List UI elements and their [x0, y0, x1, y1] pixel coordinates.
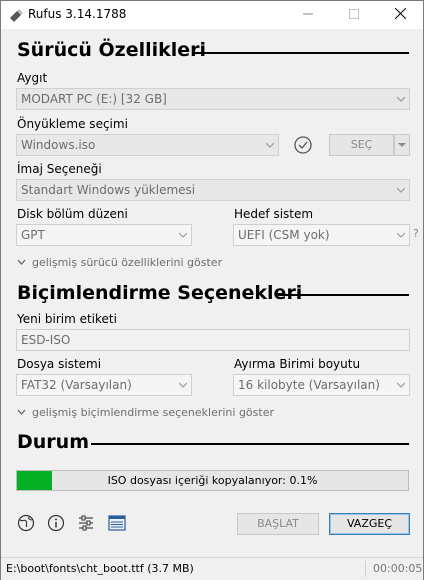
file-system-select[interactable]: FAT32 (Varsayılan) [16, 374, 192, 396]
target-system-select[interactable]: UEFI (CSM yok) [233, 224, 410, 246]
chevron-down-icon [398, 143, 406, 147]
progress-bar: ISO dosyası içeriği kopyalanıyor: 0.1% [16, 470, 409, 491]
chevron-down-icon [179, 232, 187, 238]
select-dropdown-button[interactable] [394, 134, 410, 156]
close-button[interactable] [377, 1, 423, 29]
cancel-button[interactable]: VAZGEÇ [329, 513, 410, 535]
cluster-size-select[interactable]: 16 kilobyte (Varsayılan) [233, 374, 410, 396]
section-divider [91, 443, 409, 445]
device-select[interactable]: MODART PC (E:) [32 GB] [16, 88, 410, 110]
advanced-format-label: gelişmiş biçimlendirme seçeneklerini gös… [32, 406, 274, 419]
section-divider [195, 52, 409, 54]
image-option-select[interactable]: Standart Windows yüklemesi [16, 179, 410, 201]
window-title: Rufus 3.14.1788 [28, 7, 127, 21]
volume-label-label: Yeni birim etiketi [17, 312, 117, 326]
log-icon[interactable] [108, 514, 126, 532]
language-globe-icon[interactable] [17, 514, 35, 532]
advanced-format-toggle[interactable]: gelişmiş biçimlendirme seçeneklerini gös… [17, 406, 274, 419]
chevron-down-icon [17, 259, 26, 265]
chevron-down-icon [266, 142, 274, 148]
partition-scheme-label: Disk bölüm düzeni [17, 207, 128, 221]
chevron-down-icon [17, 409, 26, 415]
chevron-down-icon [397, 96, 405, 102]
target-system-value: UEFI (CSM yok) [238, 228, 330, 242]
target-system-label: Hedef sistem [234, 207, 314, 221]
usb-drive-icon [10, 9, 23, 22]
image-option-label: İmaj Seçeneği [17, 162, 102, 176]
maximize-icon [349, 9, 359, 19]
chevron-down-icon [179, 382, 187, 388]
file-system-label: Dosya sistemi [17, 357, 102, 371]
chevron-down-icon [397, 382, 405, 388]
section-divider [278, 294, 409, 296]
help-mark[interactable]: ? [413, 227, 419, 240]
status-section-title: Durum [17, 431, 89, 453]
format-section-title: Biçimlendirme Seçenekleri [17, 282, 303, 304]
title-bar: Rufus 3.14.1788 [1, 1, 423, 29]
device-label: Aygıt [17, 71, 48, 85]
chevron-down-icon [397, 187, 405, 193]
status-separator [365, 561, 366, 577]
partition-scheme-select[interactable]: GPT [16, 224, 192, 246]
advanced-drive-label: gelişmiş sürücü özelliklerini göster [32, 256, 223, 269]
cluster-size-label: Ayırma Birimi boyutu [234, 357, 361, 371]
start-button[interactable]: BAŞLAT [237, 513, 319, 535]
rufus-window: Rufus 3.14.1788 Sürücü Özellikleri Aygıt… [0, 0, 424, 580]
status-file-text: E:\boot\fonts\cht_boot.ttf (3.7 MB) [6, 562, 194, 575]
checksum-icon[interactable] [293, 135, 313, 155]
status-bar: E:\boot\fonts\cht_boot.ttf (3.7 MB) 00:0… [1, 557, 423, 580]
boot-selection-label: Önyükleme seçimi [17, 117, 128, 131]
image-option-value: Standart Windows yüklemesi [21, 183, 196, 197]
maximize-button[interactable] [331, 1, 377, 29]
minimize-icon [303, 13, 313, 15]
boot-selection-select[interactable]: Windows.iso [16, 134, 279, 156]
cancel-button-label: VAZGEÇ [346, 517, 393, 530]
status-timer: 00:00:05 [373, 562, 423, 575]
drive-section-title: Sürücü Özellikleri [17, 39, 207, 61]
info-icon[interactable] [47, 514, 65, 532]
minimize-button[interactable] [285, 1, 331, 29]
volume-label-input[interactable]: ESD-ISO [16, 329, 410, 351]
select-button[interactable]: SEÇ [329, 134, 394, 156]
file-system-value: FAT32 (Varsayılan) [21, 378, 132, 392]
advanced-drive-toggle[interactable]: gelişmiş sürücü özelliklerini göster [17, 256, 222, 269]
close-icon [394, 7, 406, 20]
settings-sliders-icon[interactable] [77, 514, 95, 532]
select-button-label: SEÇ [350, 138, 373, 151]
volume-label-value: ESD-ISO [21, 333, 71, 347]
chevron-down-icon [397, 232, 405, 238]
cluster-size-value: 16 kilobyte (Varsayılan) [238, 378, 380, 392]
partition-scheme-value: GPT [21, 228, 45, 242]
progress-text: ISO dosyası içeriği kopyalanıyor: 0.1% [107, 474, 318, 487]
device-value: MODART PC (E:) [32 GB] [21, 92, 167, 106]
boot-selection-value: Windows.iso [21, 138, 96, 152]
start-button-label: BAŞLAT [257, 517, 299, 530]
